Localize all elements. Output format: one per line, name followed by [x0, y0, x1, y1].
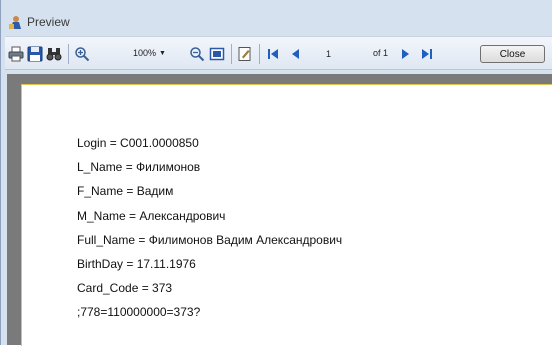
preview-app-icon — [7, 14, 23, 30]
zoom-value: 100% — [133, 48, 157, 58]
report-line-full-name: Full_Name = Филимонов Вадим Александрови… — [77, 232, 343, 247]
previous-page-icon[interactable] — [287, 46, 303, 62]
zoom-in-icon[interactable] — [73, 46, 91, 62]
report-line-card-code: Card_Code = 373 — [77, 281, 173, 296]
zoom-out-icon[interactable] — [188, 46, 206, 62]
chevron-down-icon: ▼ — [159, 49, 166, 57]
report-page: Login = C001.0000850 L_Name = Филимонов … — [21, 84, 552, 346]
report-line-login: Login = C001.0000850 — [77, 136, 199, 150]
page-setup-icon[interactable] — [236, 46, 254, 62]
toolbar: 100% ▼ 1 of 1 Close — [5, 36, 552, 70]
first-page-icon[interactable] — [265, 46, 281, 62]
report-line-birthday: BirthDay = 17.11.1976 — [77, 256, 196, 271]
window-title: Preview — [27, 15, 70, 29]
report-text-block: Login = C001.0000850 L_Name = Филимонов … — [77, 136, 342, 330]
report-line-first-name: F_Name = Вадим — [77, 184, 174, 199]
find-icon[interactable] — [45, 46, 63, 62]
report-line-last-name: L_Name = Филимонов — [77, 160, 201, 175]
save-icon[interactable] — [26, 46, 44, 62]
close-button[interactable]: Close — [480, 45, 545, 63]
report-line-track-data: ;778=110000000=373? — [77, 305, 201, 320]
zoom-select[interactable]: 100% ▼ — [133, 48, 166, 58]
page-number-input[interactable] — [323, 46, 363, 62]
next-page-icon[interactable] — [398, 46, 414, 62]
last-page-icon[interactable] — [419, 46, 435, 62]
toolbar-separator — [259, 44, 260, 64]
title-bar: Preview — [7, 12, 70, 32]
preview-window: Preview 100% ▼ 1 of 1 Close Login = C001… — [0, 0, 552, 346]
report-line-middle-name: M_Name = Александрович — [77, 208, 226, 223]
preview-canvas[interactable]: Login = C001.0000850 L_Name = Филимонов … — [7, 74, 552, 346]
toolbar-separator — [231, 44, 232, 64]
fit-page-icon[interactable] — [208, 46, 226, 62]
print-icon[interactable] — [7, 46, 25, 62]
page-count-label: of 1 — [373, 48, 389, 58]
toolbar-separator — [68, 44, 69, 64]
